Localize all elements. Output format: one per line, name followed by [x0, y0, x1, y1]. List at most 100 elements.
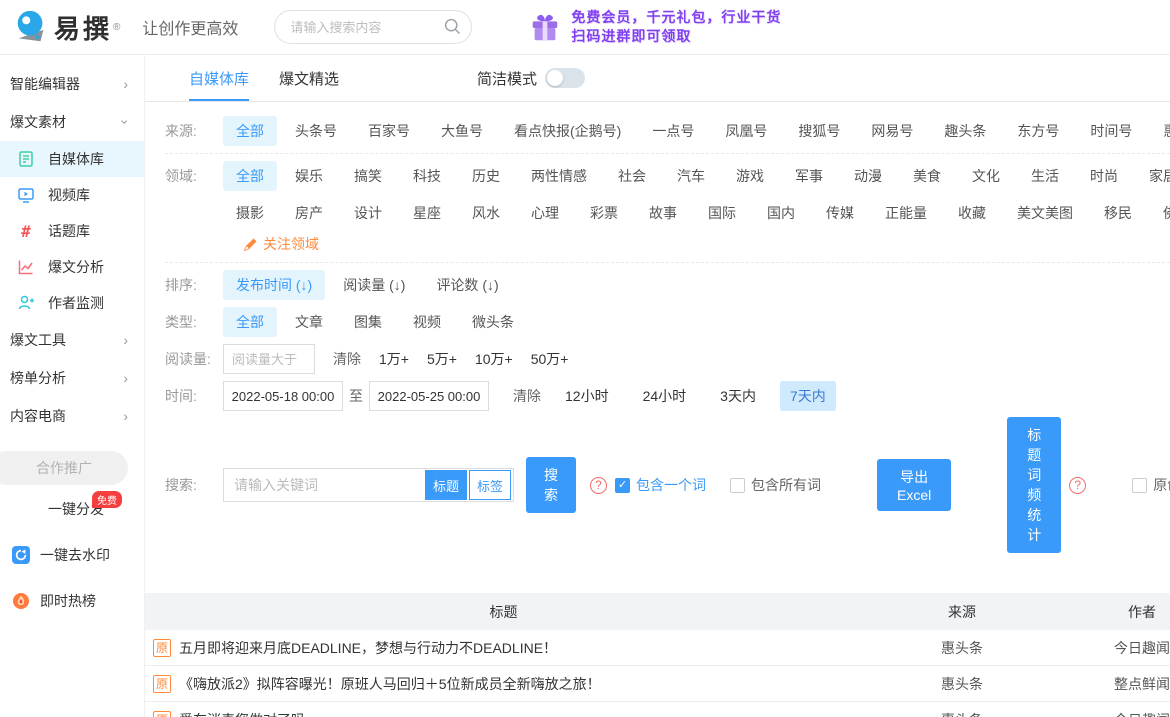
field-option[interactable]: 搞笑 [341, 161, 395, 191]
type-option[interactable]: 微头条 [459, 307, 527, 337]
article-author[interactable]: 整点鲜闻 [1062, 674, 1170, 694]
include-one-word-label[interactable]: 包含一个词 [636, 475, 706, 495]
include-all-words-checkbox[interactable] [730, 478, 745, 493]
field-option[interactable]: 家居 [1136, 161, 1170, 191]
article-title[interactable]: 五月即将迎来月底DEADLINE，梦想与行动力不DEADLINE！ [179, 638, 557, 658]
field-option[interactable]: 生活 [1018, 161, 1072, 191]
follow-field-link[interactable]: 关注领域 [243, 234, 1170, 254]
field-option[interactable]: 两性情感 [518, 161, 600, 191]
table-row[interactable]: 原 《嗨放派2》拟阵容曝光！原班人马回归＋5位新成员全新嗨放之旅！ 惠头条 整点… [145, 666, 1170, 702]
source-option[interactable]: 大鱼号 [428, 116, 496, 146]
source-option[interactable]: 全部 [223, 116, 277, 146]
field-option[interactable]: 收藏 [945, 198, 999, 228]
type-option[interactable]: 全部 [223, 307, 277, 337]
source-option[interactable]: 头条号 [282, 116, 350, 146]
article-title[interactable]: 《嗨放派2》拟阵容曝光！原班人马回归＋5位新成员全新嗨放之旅！ [179, 674, 601, 694]
source-option[interactable]: 网易号 [858, 116, 926, 146]
search-icon[interactable] [444, 18, 461, 35]
table-row[interactable]: 原 五月即将迎来月底DEADLINE，梦想与行动力不DEADLINE！ 惠头条 … [145, 630, 1170, 666]
type-option[interactable]: 文章 [282, 307, 336, 337]
article-author[interactable]: 今日趣闻 [1062, 638, 1170, 658]
sidebar-item-hot-list[interactable]: 即时热榜 [0, 581, 144, 621]
sort-option[interactable]: 阅读量 (↓) [330, 270, 418, 300]
article-author[interactable]: 今日趣闻 [1062, 710, 1170, 717]
source-option[interactable]: 凤凰号 [712, 116, 780, 146]
field-option[interactable]: 佛学 [1150, 198, 1170, 228]
header-search-input[interactable] [274, 10, 472, 44]
source-option[interactable]: 百家号 [355, 116, 423, 146]
article-title[interactable]: 爱车消毒您做对了吗 [179, 710, 305, 717]
search-help-icon[interactable]: ? [590, 477, 607, 494]
field-option[interactable]: 正能量 [872, 198, 940, 228]
original-only-checkbox[interactable] [1132, 478, 1147, 493]
include-one-word-checkbox[interactable] [615, 478, 630, 493]
field-option[interactable]: 时尚 [1077, 161, 1131, 191]
search-by-tag-button[interactable]: 标签 [469, 470, 511, 500]
sidebar-group-tools[interactable]: 爆文工具 › [0, 321, 144, 359]
sidebar-item-distribute[interactable]: 一键分发 免费 [0, 489, 144, 529]
source-option[interactable]: 惠头条 [1150, 116, 1170, 146]
tab-featured[interactable]: 爆文精选 [279, 55, 339, 101]
field-option[interactable]: 军事 [782, 161, 836, 191]
field-option[interactable]: 全部 [223, 161, 277, 191]
sidebar-item-watermark[interactable]: 一键去水印 [0, 535, 144, 575]
word-frequency-button[interactable]: 标题词频统计 [1007, 417, 1061, 553]
sidebar-group-material[interactable]: 爆文素材 › [0, 103, 144, 141]
field-option[interactable]: 社会 [605, 161, 659, 191]
field-option[interactable]: 传媒 [813, 198, 867, 228]
table-row[interactable]: 原 爱车消毒您做对了吗 惠头条 今日趣闻 [145, 702, 1170, 717]
field-option[interactable]: 美食 [900, 161, 954, 191]
sidebar-item-video-library[interactable]: 视频库 [0, 177, 144, 213]
field-option[interactable]: 美文美图 [1004, 198, 1086, 228]
field-option[interactable]: 娱乐 [282, 161, 336, 191]
keyword-input[interactable] [224, 477, 425, 493]
field-option[interactable]: 游戏 [723, 161, 777, 191]
field-option[interactable]: 彩票 [577, 198, 631, 228]
source-option[interactable]: 东方号 [1004, 116, 1072, 146]
field-option[interactable]: 摄影 [223, 198, 277, 228]
include-all-words-label[interactable]: 包含所有词 [751, 475, 821, 495]
sidebar-item-topic-library[interactable]: # 话题库 [0, 213, 144, 249]
field-option[interactable]: 历史 [459, 161, 513, 191]
field-option[interactable]: 动漫 [841, 161, 895, 191]
time-clear[interactable]: 清除 [513, 386, 541, 406]
read-count-option[interactable]: 5万+ [427, 349, 457, 369]
time-option[interactable]: 7天内 [780, 381, 836, 411]
sidebar-group-editor[interactable]: 智能编辑器 › [0, 65, 144, 103]
time-option[interactable]: 24小时 [633, 381, 697, 411]
field-option[interactable]: 心理 [518, 198, 572, 228]
original-only-label[interactable]: 原创 [1153, 475, 1170, 495]
time-from-input[interactable] [223, 381, 343, 411]
sidebar-item-media-library[interactable]: 自媒体库 [0, 141, 144, 177]
time-option[interactable]: 12小时 [555, 381, 619, 411]
search-button[interactable]: 搜索 [526, 457, 576, 513]
source-option[interactable]: 趣头条 [931, 116, 999, 146]
simple-mode-toggle[interactable] [545, 68, 585, 88]
field-option[interactable]: 移民 [1091, 198, 1145, 228]
source-option[interactable]: 一点号 [639, 116, 707, 146]
sort-option[interactable]: 发布时间 (↓) [223, 270, 325, 300]
time-option[interactable]: 3天内 [710, 381, 766, 411]
read-count-option[interactable]: 50万+ [531, 349, 569, 369]
field-option[interactable]: 国内 [754, 198, 808, 228]
sidebar-item-article-analysis[interactable]: 爆文分析 [0, 249, 144, 285]
field-option[interactable]: 风水 [459, 198, 513, 228]
field-option[interactable]: 汽车 [664, 161, 718, 191]
field-option[interactable]: 文化 [959, 161, 1013, 191]
field-option[interactable]: 房产 [282, 198, 336, 228]
search-by-title-button[interactable]: 标题 [425, 470, 467, 500]
source-option[interactable]: 时间号 [1077, 116, 1145, 146]
app-logo[interactable]: 易撰® [12, 8, 120, 46]
source-option[interactable]: 看点快报(企鹅号) [501, 116, 634, 146]
field-option[interactable]: 故事 [636, 198, 690, 228]
sort-option[interactable]: 评论数 (↓) [423, 270, 511, 300]
sidebar-group-rank[interactable]: 榜单分析 › [0, 359, 144, 397]
field-option[interactable]: 设计 [341, 198, 395, 228]
read-count-option[interactable]: 10万+ [475, 349, 513, 369]
field-option[interactable]: 国际 [695, 198, 749, 228]
type-option[interactable]: 图集 [341, 307, 395, 337]
source-option[interactable]: 搜狐号 [785, 116, 853, 146]
time-to-input[interactable] [369, 381, 489, 411]
field-option[interactable]: 科技 [400, 161, 454, 191]
tab-media-library[interactable]: 自媒体库 [189, 55, 249, 101]
